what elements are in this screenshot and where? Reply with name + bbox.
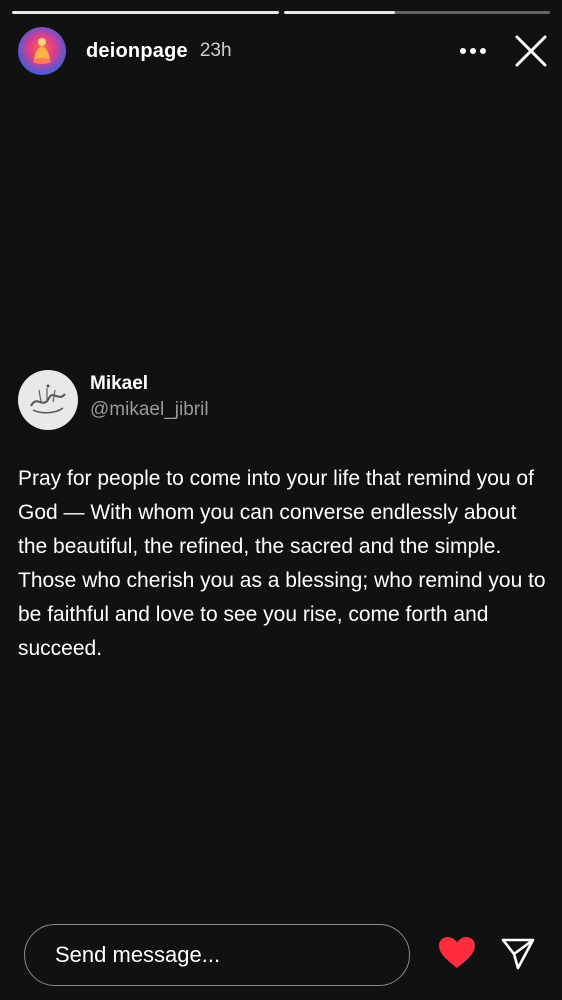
shared-post[interactable]: Mikael @mikael_jibril Pray for people to… [18,370,548,666]
story-username[interactable]: deionpage [86,40,188,63]
post-body-text: Pray for people to come into your life t… [18,467,546,660]
send-message-input[interactable]: Send message... [24,924,410,986]
meditation-figure-icon [33,38,51,64]
post-author-handle: @mikael_jibril [90,399,209,420]
calligraphy-logo-icon [30,384,66,414]
story-viewer: deionpage 23h Mikael @mikael_jibril Pray… [0,0,562,1000]
heart-icon [439,937,475,968]
send-message-placeholder: Send message... [55,942,221,967]
close-icon [515,35,547,67]
progress-segment-1 [12,11,279,14]
post-author-name: Mikael [90,373,149,394]
share-button[interactable] [500,936,536,972]
progress-segment-2 [283,11,550,14]
post-author: Mikael @mikael_jibril [18,370,548,430]
like-button[interactable] [438,936,476,970]
close-button[interactable] [514,34,548,68]
story-footer: Send message... [24,922,544,988]
story-header: deionpage 23h [18,26,548,76]
author-avatar [18,370,78,430]
story-progress [12,11,550,14]
user-avatar[interactable] [18,27,66,75]
story-timestamp: 23h [199,40,232,61]
more-options-button[interactable] [458,36,488,66]
send-paper-plane-icon [501,938,535,970]
more-options-icon [460,48,486,54]
